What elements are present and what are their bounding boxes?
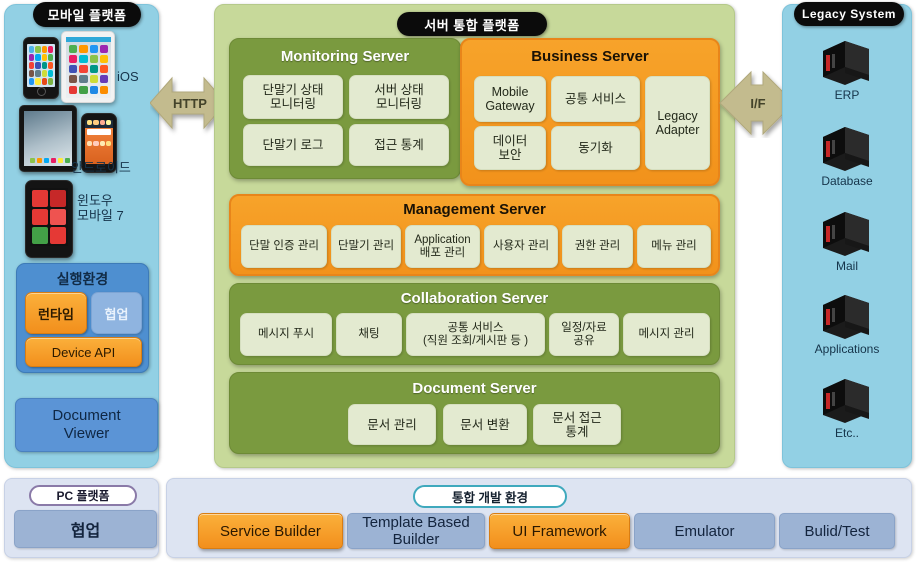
cell-schedule-file-share[interactable]: 일정/자료 공유 (549, 313, 619, 356)
service-builder-button[interactable]: Service Builder (198, 513, 343, 549)
ui-framework-button[interactable]: UI Framework (489, 513, 630, 549)
legacy-item-mail[interactable]: Mail (783, 210, 911, 273)
cell-user-management[interactable]: 사용자 관리 (484, 225, 558, 268)
cell-chat[interactable]: 채팅 (336, 313, 402, 356)
iphone-device-icon (23, 37, 59, 99)
cell-message-management[interactable]: 메시지 관리 (623, 313, 710, 356)
cell-mobile-gateway[interactable]: Mobile Gateway (474, 76, 546, 122)
cell-terminal-management[interactable]: 단말기 관리 (331, 225, 401, 268)
document-server-title: Document Server (412, 380, 537, 397)
runtime-button[interactable]: 런타임 (25, 292, 87, 334)
server-platform-title: 서버 통합 플랫폼 (397, 12, 547, 36)
cell-terminal-status-monitoring[interactable]: 단말기 상태 모니터링 (243, 75, 343, 119)
legacy-item-label: Etc.. (834, 426, 859, 440)
build-test-button[interactable]: Bulid/Test (779, 513, 895, 549)
windows-mobile-label: 윈도우 모바일 7 (77, 193, 124, 223)
server-rack-icon (823, 212, 869, 256)
windows-phone-icon (25, 180, 73, 258)
legacy-item-label: Mail (835, 259, 858, 273)
pc-collaboration-button[interactable]: 협업 (14, 510, 157, 548)
document-viewer-button[interactable]: Document Viewer (15, 398, 158, 452)
cell-synchronization[interactable]: 동기화 (551, 126, 640, 170)
android-label: 안드로이드 (71, 160, 131, 175)
legacy-item-label: ERP (834, 88, 860, 102)
monitoring-server-title: Monitoring Server (280, 48, 410, 65)
cell-application-deploy-management[interactable]: Application 배포 관리 (405, 225, 480, 268)
legacy-item-label: Database (821, 174, 873, 188)
legacy-item-etc[interactable]: Etc.. (783, 377, 911, 440)
cell-common-service[interactable]: 공통 서비스 (551, 76, 640, 122)
monitoring-server-box: Monitoring Server 단말기 상태 모니터링 서버 상태 모니터링… (229, 38, 461, 179)
development-environment-panel: 통합 개발 환경 Service Builder Template Based … (166, 478, 912, 558)
legacy-system-title: Legacy System (794, 2, 904, 26)
device-api-button[interactable]: Device API (25, 337, 142, 367)
server-rack-icon (823, 41, 869, 85)
cell-permission-management[interactable]: 권한 관리 (562, 225, 633, 268)
server-rack-icon (823, 127, 869, 171)
pc-platform-title: PC 플랫폼 (29, 485, 137, 506)
cell-common-service-board[interactable]: 공통 서비스 (직원 조회/게시판 등 ) (406, 313, 545, 356)
legacy-item-erp[interactable]: ERP (783, 39, 911, 102)
business-server-box: Business Server Mobile Gateway 공통 서비스 데이… (460, 38, 720, 186)
mobile-platform-panel: 모바일 플랫폼 iOS 안드로이드 윈도우 모바일 7 실행환경 런타임 협업 … (4, 2, 159, 468)
cell-terminal-log[interactable]: 단말기 로그 (243, 124, 343, 166)
cell-access-statistics[interactable]: 접근 통계 (349, 124, 449, 166)
execution-environment-box: 실행환경 런타임 협업 Device API (16, 263, 149, 373)
architecture-diagram: 모바일 플랫폼 iOS 안드로이드 윈도우 모바일 7 실행환경 런타임 협업 … (0, 0, 916, 563)
cell-document-management[interactable]: 문서 관리 (348, 404, 436, 445)
server-rack-icon (823, 379, 869, 423)
cell-legacy-adapter[interactable]: Legacy Adapter (645, 76, 710, 170)
template-based-builder-button[interactable]: Template Based Builder (347, 513, 485, 549)
management-server-title: Management Server (403, 201, 546, 218)
legacy-item-applications[interactable]: Applications (783, 293, 911, 356)
cell-menu-management[interactable]: 메뉴 관리 (637, 225, 711, 268)
ipad-device-icon (61, 31, 115, 103)
mobile-platform-title: 모바일 플랫폼 (33, 2, 141, 27)
legacy-item-label: Applications (814, 342, 880, 356)
cell-message-push[interactable]: 메시지 푸시 (240, 313, 332, 356)
cell-document-conversion[interactable]: 문서 변환 (443, 404, 527, 445)
pc-platform-panel: PC 플랫폼 협업 (4, 478, 159, 558)
collaboration-button[interactable]: 협업 (91, 292, 142, 334)
legacy-system-panel: Legacy System ERP Database Mail Applicat… (782, 2, 912, 468)
collaboration-server-box: Collaboration Server 메시지 푸시 채팅 공통 서비스 (직… (229, 283, 720, 365)
ios-label: iOS (117, 69, 139, 84)
cell-document-access-statistics[interactable]: 문서 접근 통계 (533, 404, 621, 445)
document-server-box: Document Server 문서 관리 문서 변환 문서 접근 통계 (229, 372, 720, 454)
development-environment-title: 통합 개발 환경 (413, 485, 567, 508)
server-platform-panel: 서버 통합 플랫폼 Monitoring Server 단말기 상태 모니터링 … (214, 4, 735, 468)
management-server-box: Management Server 단말 인증 관리 단말기 관리 Applic… (229, 194, 720, 276)
business-server-title: Business Server (531, 48, 649, 65)
emulator-button[interactable]: Emulator (634, 513, 775, 549)
legacy-item-database[interactable]: Database (783, 125, 911, 188)
execution-environment-title: 실행환경 (56, 271, 109, 287)
android-tablet-icon (19, 105, 77, 172)
collaboration-server-title: Collaboration Server (400, 290, 549, 307)
cell-terminal-auth-management[interactable]: 단말 인증 관리 (241, 225, 327, 268)
cell-server-status-monitoring[interactable]: 서버 상태 모니터링 (349, 75, 449, 119)
server-rack-icon (823, 295, 869, 339)
cell-data-security[interactable]: 데이터 보안 (474, 126, 546, 170)
